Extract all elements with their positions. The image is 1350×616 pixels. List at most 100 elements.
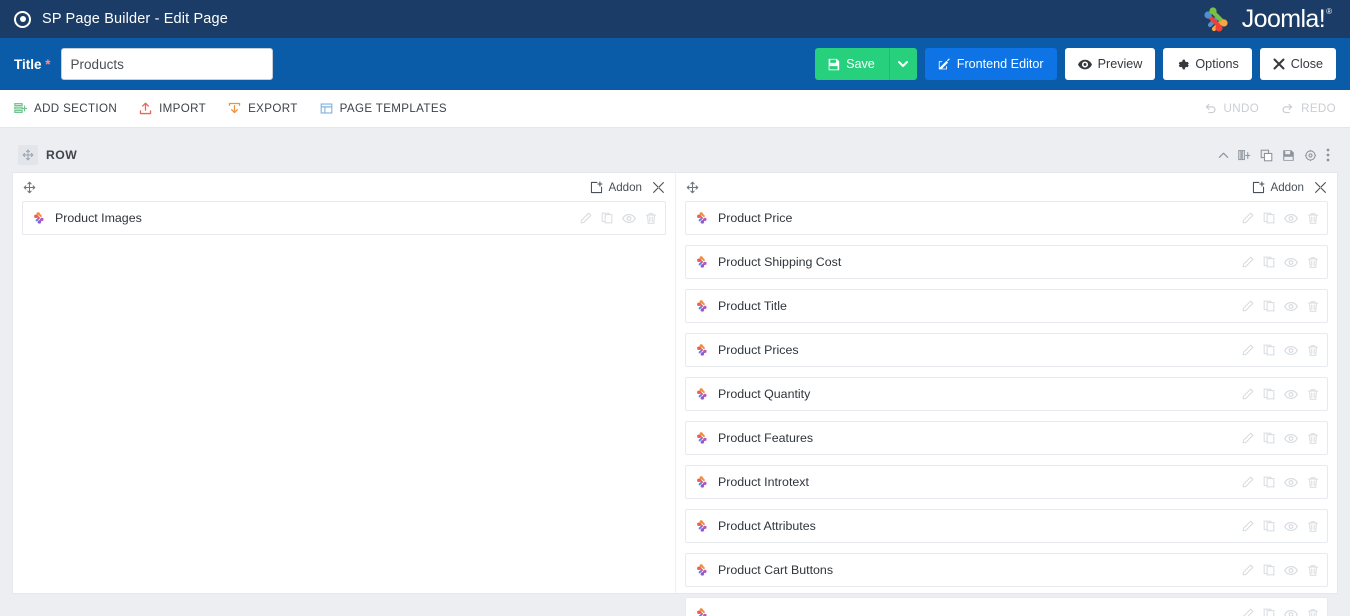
addon-item[interactable]: Product Quantity — [685, 377, 1328, 411]
delete-icon[interactable] — [1307, 564, 1319, 577]
visibility-icon[interactable] — [1284, 301, 1298, 312]
addon-item[interactable]: Product Cart Buttons — [685, 553, 1328, 587]
edit-icon[interactable] — [580, 212, 592, 224]
addon-item[interactable] — [685, 597, 1328, 616]
undo-button[interactable]: UNDO — [1204, 102, 1260, 115]
visibility-icon[interactable] — [1284, 565, 1298, 576]
addon-item[interactable]: Product Price — [685, 201, 1328, 235]
column-settings-icon-column-2[interactable] — [1314, 181, 1327, 194]
delete-icon[interactable] — [1307, 212, 1319, 225]
frontend-editor-label: Frontend Editor — [956, 56, 1044, 71]
title-input[interactable] — [60, 48, 273, 80]
edit-icon[interactable] — [1242, 520, 1254, 532]
addon-type-icon — [695, 255, 709, 269]
duplicate-icon[interactable] — [1263, 520, 1275, 532]
duplicate-icon[interactable] — [1263, 344, 1275, 356]
chevron-up-icon[interactable] — [1218, 150, 1229, 161]
delete-icon[interactable] — [1307, 256, 1319, 269]
builder-toolbar-right: UNDO REDO — [1204, 102, 1336, 115]
delete-icon[interactable] — [1307, 344, 1319, 357]
edit-icon[interactable] — [1242, 256, 1254, 268]
addon-item[interactable]: Product Shipping Cost — [685, 245, 1328, 279]
row-drag-handle-icon[interactable] — [18, 145, 38, 165]
duplicate-icon[interactable] — [1263, 212, 1275, 224]
edit-icon[interactable] — [1242, 388, 1254, 400]
save-dropdown-button[interactable] — [888, 48, 917, 80]
more-vertical-icon[interactable] — [1326, 148, 1330, 162]
duplicate-icon[interactable] — [1263, 256, 1275, 268]
visibility-icon[interactable] — [1284, 389, 1298, 400]
close-label: Close — [1290, 56, 1323, 71]
addon-item[interactable]: Product Features — [685, 421, 1328, 455]
addon-item[interactable]: Product Title — [685, 289, 1328, 323]
visibility-icon[interactable] — [1284, 433, 1298, 444]
visibility-icon[interactable] — [1284, 521, 1298, 532]
addon-type-icon — [695, 475, 709, 489]
delete-icon[interactable] — [1307, 432, 1319, 445]
duplicate-icon[interactable] — [1263, 608, 1275, 616]
duplicate-icon[interactable] — [1263, 564, 1275, 576]
addon-name: Product Price — [718, 211, 793, 225]
redo-button[interactable]: REDO — [1281, 102, 1336, 115]
joomla-mark-icon — [1204, 7, 1228, 32]
addon-item[interactable]: Product Introtext — [685, 465, 1328, 499]
frontend-editor-button[interactable]: Frontend Editor — [924, 48, 1057, 80]
addon-item[interactable]: Product Prices — [685, 333, 1328, 367]
add-addon-button-column-2[interactable]: Addon — [1252, 181, 1304, 194]
visibility-icon[interactable] — [622, 213, 636, 224]
addon-name: Product Images — [55, 211, 142, 225]
visibility-icon[interactable] — [1284, 213, 1298, 224]
close-button[interactable]: Close — [1259, 48, 1336, 80]
delete-icon[interactable] — [1307, 520, 1319, 533]
edit-icon[interactable] — [1242, 212, 1254, 224]
add-addon-label-column-1: Addon — [608, 180, 642, 194]
row-label: ROW — [46, 148, 78, 162]
duplicate-icon[interactable] — [601, 212, 613, 224]
edit-icon[interactable] — [1242, 300, 1254, 312]
preview-button[interactable]: Preview — [1064, 48, 1156, 80]
duplicate-icon[interactable] — [1263, 476, 1275, 488]
column-settings-icon-column-1[interactable] — [652, 181, 665, 194]
addon-item[interactable]: Product Attributes — [685, 509, 1328, 543]
delete-icon[interactable] — [1307, 388, 1319, 401]
page-templates-button[interactable]: PAGE TEMPLATES — [320, 102, 447, 115]
edit-icon[interactable] — [1242, 608, 1254, 616]
addon-name: Product Title — [718, 299, 787, 313]
joomla-logo: Joomla! ® — [1201, 4, 1338, 34]
export-button[interactable]: EXPORT — [228, 102, 298, 115]
delete-icon[interactable] — [1307, 300, 1319, 313]
settings-icon[interactable] — [1304, 149, 1317, 162]
edit-icon[interactable] — [1242, 564, 1254, 576]
delete-icon[interactable] — [1307, 476, 1319, 489]
preview-label: Preview — [1097, 56, 1143, 71]
delete-icon[interactable] — [1307, 608, 1319, 616]
addon-type-icon — [32, 211, 46, 225]
addon-type-icon — [695, 563, 709, 577]
columns-icon[interactable] — [1238, 149, 1251, 162]
visibility-icon[interactable] — [1284, 345, 1298, 356]
column-drag-handle-icon[interactable] — [23, 181, 36, 194]
duplicate-icon[interactable] — [1260, 149, 1273, 162]
duplicate-icon[interactable] — [1263, 300, 1275, 312]
import-button[interactable]: IMPORT — [139, 102, 206, 115]
visibility-icon[interactable] — [1284, 257, 1298, 268]
save-icon[interactable] — [1282, 149, 1295, 162]
topbar-brand-group: SP Page Builder - Edit Page — [14, 10, 228, 28]
edit-icon[interactable] — [1242, 432, 1254, 444]
export-icon — [228, 102, 241, 114]
addon-name: Product Cart Buttons — [718, 563, 834, 577]
addon-item[interactable]: Product Images — [22, 201, 666, 235]
add-section-button[interactable]: ADD SECTION — [14, 102, 117, 115]
column-drag-handle-icon[interactable] — [686, 181, 699, 194]
add-addon-button-column-1[interactable]: Addon — [590, 181, 642, 194]
duplicate-icon[interactable] — [1263, 388, 1275, 400]
delete-icon[interactable] — [645, 212, 657, 225]
visibility-icon[interactable] — [1284, 609, 1298, 616]
edit-icon[interactable] — [1242, 476, 1254, 488]
duplicate-icon[interactable] — [1263, 432, 1275, 444]
redo-icon — [1282, 103, 1293, 114]
save-button[interactable]: Save — [815, 48, 889, 80]
visibility-icon[interactable] — [1284, 477, 1298, 488]
options-button[interactable]: Options — [1163, 48, 1252, 80]
edit-icon[interactable] — [1242, 344, 1254, 356]
